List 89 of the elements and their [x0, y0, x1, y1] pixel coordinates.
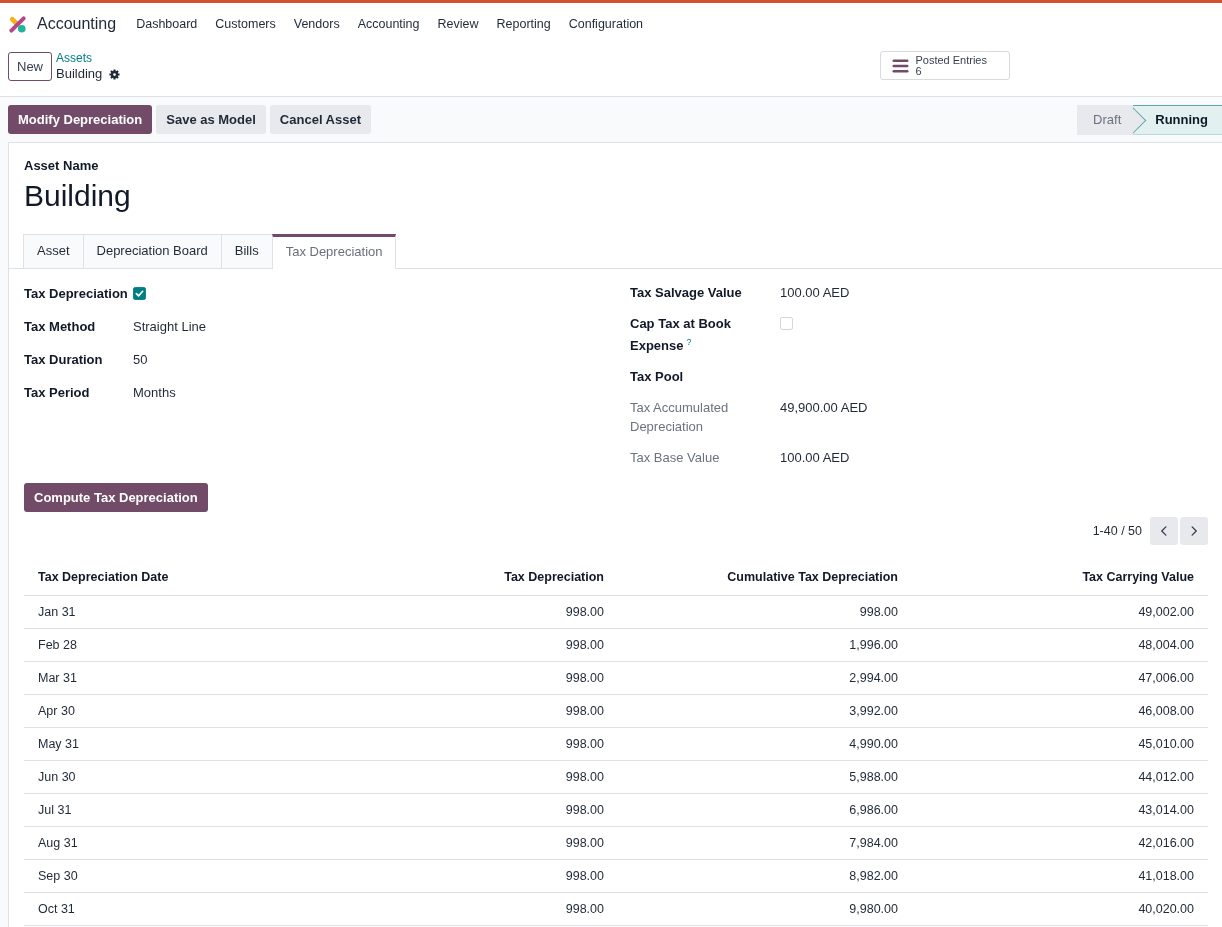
- field-label: Asset Name: [24, 158, 99, 174]
- breadcrumb-current: Building: [56, 66, 103, 82]
- new-button[interactable]: New: [8, 52, 52, 81]
- table-cell-text: 3,992.00: [848, 704, 899, 719]
- field-label: Tax Depreciation: [24, 285, 128, 303]
- field-value[interactable]: 50: [133, 350, 148, 369]
- menu-item[interactable]: Configuration: [559, 17, 653, 31]
- previous-page-button[interactable]: [1150, 517, 1178, 546]
- table-cell-text: 9,980.00: [848, 902, 899, 917]
- table-cell-text: May 31: [37, 737, 80, 752]
- column-header[interactable]: Cumulative Tax Depreciation: [713, 570, 912, 585]
- column-header[interactable]: Tax Depreciation Date: [24, 570, 183, 585]
- tab[interactable]: Bills: [220, 234, 273, 268]
- table-cell-text: Jan 31: [37, 605, 77, 620]
- breadcrumb-link[interactable]: Assets: [56, 51, 121, 66]
- field-label: Tax Period: [24, 384, 90, 402]
- menu-item[interactable]: Vendors: [284, 17, 349, 31]
- table-cell-text: 44,012.00: [1137, 770, 1195, 785]
- table-cell-text: 998.00: [564, 836, 605, 851]
- column-header[interactable]: Tax Depreciation: [490, 570, 618, 585]
- table-cell-text: 998.00: [564, 638, 605, 653]
- column-header[interactable]: Tax Carrying Value: [1068, 570, 1208, 585]
- table-cell-text: 47,006.00: [1137, 671, 1195, 686]
- table-cell-text: 1,996.00: [848, 638, 899, 653]
- field-label: Tax Salvage Value: [630, 284, 742, 302]
- field-label: Tax Duration: [24, 351, 103, 369]
- table-cell-text: 998.00: [564, 605, 605, 620]
- posted-entries-button[interactable]: Posted Entries 6: [880, 51, 1010, 80]
- field-label: Cap Tax at Book Expense$^{?}$: [630, 315, 732, 356]
- action-button[interactable]: Save as Model: [156, 105, 266, 134]
- pager-range: 1-40 / 50: [1092, 524, 1142, 539]
- asset-name: Building: [24, 178, 131, 214]
- menu-item[interactable]: Accounting: [348, 17, 429, 31]
- table-cell-text: 2,994.00: [848, 671, 899, 686]
- table-cell-text: 998.00: [564, 869, 605, 884]
- field-value[interactable]: Months: [133, 383, 176, 402]
- table-cell-text: 998.00: [564, 902, 605, 917]
- table-cell-text: 4,990.00: [848, 737, 899, 752]
- table-cell-text: 998.00: [564, 770, 605, 785]
- menu-item[interactable]: Review: [428, 17, 488, 31]
- table-cell-text: Sep 30: [37, 869, 79, 884]
- table-cell-text: 40,020.00: [1137, 902, 1195, 917]
- table-cell-text: 998.00: [564, 803, 605, 818]
- field-value: 49,900.00 AED: [780, 399, 868, 418]
- table-cell-text: 998.00: [564, 704, 605, 719]
- field-label: Tax Base Value: [630, 449, 720, 468]
- table-cell-text: 998.00: [858, 605, 899, 620]
- table-cell-text: 46,008.00: [1137, 704, 1195, 719]
- tab[interactable]: Asset: [23, 234, 84, 268]
- tab[interactable]: Tax Depreciation: [271, 234, 397, 269]
- table-cell-text: Jul 31: [37, 803, 73, 818]
- menu-item[interactable]: Customers: [206, 17, 285, 31]
- app-name: Accounting: [37, 15, 117, 33]
- field-label: Tax Accumulated Depreciation: [630, 399, 730, 437]
- table-cell-text: 998.00: [564, 671, 605, 686]
- table-cell-text: 7,984.00: [848, 836, 899, 851]
- table-cell-text: Jun 30: [37, 770, 77, 785]
- table-cell-text: 48,004.00: [1137, 638, 1195, 653]
- menu-item[interactable]: Reporting: [487, 17, 560, 31]
- field-value[interactable]: 100.00 AED: [780, 283, 850, 302]
- status-stage[interactable]: Draft: [1077, 104, 1134, 135]
- field-label: Tax Method: [24, 318, 96, 336]
- table-cell-text: Aug 31: [37, 836, 79, 851]
- table-cell-text: 5,988.00: [848, 770, 899, 785]
- menu-item[interactable]: Dashboard: [127, 17, 207, 31]
- bars-icon: [892, 58, 910, 73]
- gear-icon[interactable]: [109, 68, 121, 80]
- next-page-button[interactable]: [1180, 517, 1208, 546]
- table-cell-text: 43,014.00: [1137, 803, 1195, 818]
- table-cell-text: 6,986.00: [848, 803, 899, 818]
- compute-button[interactable]: Compute Tax Depreciation: [24, 483, 208, 513]
- checkbox[interactable]: [133, 287, 146, 300]
- field-value: 100.00 AED: [780, 449, 850, 468]
- table-cell-text: Feb 28: [37, 638, 78, 653]
- table-cell-text: 41,018.00: [1137, 869, 1195, 884]
- table-cell-text: 49,002.00: [1137, 605, 1195, 620]
- table-cell-text: Apr 30: [37, 704, 76, 719]
- app-logo-icon[interactable]: [8, 14, 27, 34]
- tab[interactable]: Depreciation Board: [82, 234, 222, 268]
- table-cell-text: 998.00: [564, 737, 605, 752]
- field-label: Tax Pool: [630, 368, 684, 387]
- table-cell-text: 42,016.00: [1137, 836, 1195, 851]
- table-cell-text: Mar 31: [37, 671, 78, 686]
- table-cell-text: Oct 31: [37, 902, 76, 917]
- action-button[interactable]: Modify Depreciation: [8, 105, 153, 134]
- table-cell-text: 45,010.00: [1137, 737, 1195, 752]
- field-value[interactable]: Straight Line: [133, 317, 206, 336]
- table-cell-text: 8,982.00: [848, 869, 899, 884]
- action-button[interactable]: Cancel Asset: [269, 105, 372, 134]
